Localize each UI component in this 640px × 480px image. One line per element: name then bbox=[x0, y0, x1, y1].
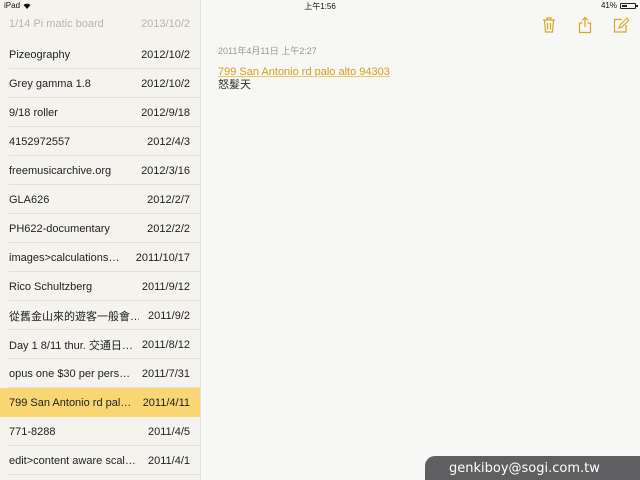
partial-item-date: 2013/10/2 bbox=[141, 18, 190, 30]
list-item-date: 2012/2/2 bbox=[147, 222, 190, 235]
list-item[interactable]: Tom Bertino2011/2/3 bbox=[0, 475, 200, 480]
list-item[interactable]: edit>content aware scal… 2011/4/1 bbox=[0, 446, 200, 475]
list-item-title: Rico Schultzberg bbox=[9, 280, 93, 293]
watermark-banner: genkiboy@sogi.com.tw bbox=[425, 456, 640, 480]
note-body[interactable]: 799 San Antonio rd palo alto 94303 怒髮天 bbox=[218, 66, 390, 92]
list-item-date: 2012/9/18 bbox=[141, 106, 190, 119]
partial-item-title: 1/14 Pi matic board bbox=[9, 18, 104, 30]
list-item[interactable]: PH622-documentary 2012/2/2 bbox=[0, 214, 200, 243]
list-item-date: 2011/9/12 bbox=[141, 280, 190, 293]
list-item-title: 9/18 roller bbox=[9, 106, 58, 119]
list-item-title: Pizeography bbox=[9, 48, 71, 61]
list-item[interactable]: 771-8288 2011/4/5 bbox=[0, 417, 200, 446]
list-item-title: opus one $30 per pers… bbox=[9, 367, 131, 380]
list-item[interactable]: freemusicarchive.org 2012/3/16 bbox=[0, 156, 200, 185]
list-item-date: 2012/2/7 bbox=[147, 193, 190, 206]
list-item[interactable]: 從舊金山來的遊客一般會… 2011/9/2 bbox=[0, 301, 200, 330]
list-item-date: 2011/4/1 bbox=[147, 454, 190, 467]
list-item[interactable]: Rico Schultzberg 2011/9/12 bbox=[0, 272, 200, 301]
trash-icon[interactable] bbox=[541, 16, 557, 34]
status-right: 41% bbox=[600, 1, 638, 10]
list-item-title: 4152972557 bbox=[9, 135, 71, 148]
watermark-text: genkiboy@sogi.com.tw bbox=[449, 461, 600, 476]
list-item-title: images>calculations… bbox=[9, 251, 120, 264]
compose-icon[interactable] bbox=[613, 16, 629, 34]
list-item-title: Grey gamma 1.8 bbox=[9, 77, 91, 90]
list-item-title: edit>content aware scal… bbox=[9, 454, 136, 467]
status-bar: iPad 上午1:56 41% bbox=[0, 0, 640, 12]
note-date: 2011年4月11日 上午2:27 bbox=[218, 46, 317, 56]
list-item[interactable]: 4152972557 2012/4/3 bbox=[0, 127, 200, 156]
list-item-title: 從舊金山來的遊客一般會… bbox=[9, 310, 139, 323]
list-item-date: 2011/10/17 bbox=[135, 251, 190, 264]
list-item-title: PH622-documentary bbox=[9, 222, 110, 235]
list-item-date: 2012/4/3 bbox=[147, 135, 190, 148]
list-item-selected[interactable]: 799 San Antonio rd pal… 2011/4/11 bbox=[0, 388, 200, 417]
status-time: 上午1:56 bbox=[304, 2, 336, 11]
list-item-date: 2011/9/2 bbox=[147, 309, 190, 322]
list-item[interactable]: 9/18 roller 2012/9/18 bbox=[0, 98, 200, 127]
list-item[interactable]: Day 1 8/11 thur. 交通日… 2011/8/12 bbox=[0, 330, 200, 359]
list-item[interactable]: GLA626 2012/2/7 bbox=[0, 185, 200, 214]
list-item-title: 799 San Antonio rd pal… bbox=[9, 396, 132, 409]
list-item-date: 2011/8/12 bbox=[141, 338, 190, 351]
battery-icon bbox=[620, 2, 638, 9]
list-item-date: 2011/7/31 bbox=[141, 367, 190, 380]
list-item-date: 2012/10/2 bbox=[141, 77, 190, 90]
notes-sidebar: 1/14 Pi matic board 2013/10/2 Pizeograph… bbox=[0, 0, 201, 480]
list-item-date: 2012/10/2 bbox=[141, 48, 190, 61]
list-item-title: Day 1 8/11 thur. 交通日… bbox=[9, 339, 133, 352]
list-item[interactable]: images>calculations… 2011/10/17 bbox=[0, 243, 200, 272]
list-item[interactable]: Grey gamma 1.8 2012/10/2 bbox=[0, 69, 200, 98]
list-item-title: freemusicarchive.org bbox=[9, 164, 112, 177]
list-item-date: 2012/3/16 bbox=[141, 164, 190, 177]
share-icon[interactable] bbox=[577, 16, 593, 34]
list-item-title: GLA626 bbox=[9, 193, 50, 206]
list-item[interactable]: Pizeography 2012/10/2 bbox=[0, 40, 200, 69]
battery-percent: 41% bbox=[600, 1, 617, 10]
list-item[interactable]: opus one $30 per pers… 2011/7/31 bbox=[0, 359, 200, 388]
list-item-title: 771-8288 bbox=[9, 425, 56, 438]
list-item-date: 2011/4/11 bbox=[142, 396, 190, 409]
partial-list-item[interactable]: 1/14 Pi matic board 2013/10/2 bbox=[0, 12, 200, 40]
address-link[interactable]: 799 San Antonio rd palo alto 94303 bbox=[218, 66, 390, 79]
list-item-date: 2011/4/5 bbox=[147, 425, 190, 438]
note-text-line[interactable]: 怒髮天 bbox=[218, 79, 390, 92]
